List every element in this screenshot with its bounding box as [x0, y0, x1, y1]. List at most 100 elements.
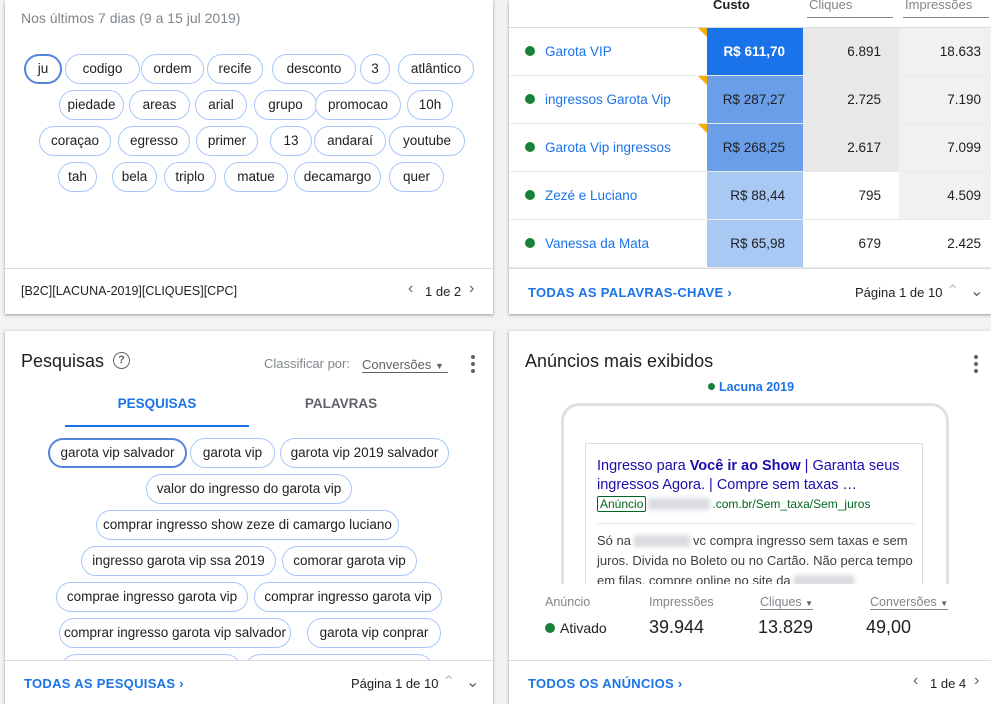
word-chip[interactable]: promocao [315, 90, 401, 120]
keyword-link[interactable]: ingressos Garota Vip [545, 76, 671, 123]
word-chip[interactable]: bela [112, 162, 157, 192]
chevron-up-icon[interactable]: ⌃ [946, 281, 959, 301]
word-chip[interactable]: 13 [270, 126, 312, 156]
word-chip[interactable]: decamargo [294, 162, 381, 192]
searches-footer: TODAS AS PESQUISAS › Página 1 de 10 ⌃ ⌄ [5, 660, 493, 704]
stat-header-ad: Anúncio [545, 595, 591, 609]
word-chip[interactable]: ju [24, 54, 62, 84]
clicks-cell: 2.725 [803, 76, 899, 123]
word-chip[interactable]: recife [207, 54, 263, 84]
word-chip[interactable]: desconto [272, 54, 356, 84]
impressions-cell: 7.099 [899, 124, 991, 171]
chevron-right-icon[interactable]: › [974, 672, 979, 690]
chevron-right-icon[interactable]: › [469, 280, 474, 298]
search-chip[interactable]: valor do ingresso do garota vip [146, 474, 352, 504]
word-cloud-card: Nos últimos 7 dias (9 a 15 jul 2019) ju c… [5, 0, 493, 314]
search-chip[interactable]: garota vip conprar [307, 618, 441, 648]
cost-cell: R$ 268,25 [707, 124, 803, 171]
keywords-footer: TODAS AS PALAVRAS-CHAVE › Página 1 de 10… [509, 268, 991, 314]
header-cost[interactable]: Custo [713, 0, 750, 12]
word-chip[interactable]: grupo [254, 90, 317, 120]
table-row: Vanessa da Mata R$ 65,98 679 2.425 [509, 220, 991, 268]
word-chip[interactable]: quer [389, 162, 444, 192]
search-chip[interactable]: ingresso garota vip ssa 2019 [81, 546, 276, 576]
impressions-cell: 7.190 [899, 76, 991, 123]
keyword-link[interactable]: Zezé e Luciano [545, 172, 637, 219]
header-impressions[interactable]: Impressões [905, 0, 972, 12]
keyword-link[interactable]: Vanessa da Mata [545, 220, 649, 267]
sort-select[interactable]: Conversões ▼ [362, 357, 448, 373]
status-dot-icon [545, 623, 555, 633]
search-chip[interactable]: comprar ingresso garota vip [254, 582, 442, 612]
ad-headline[interactable]: Ingresso para Você ir ao Show | Garanta … [597, 457, 917, 495]
clicks-cell: 679 [803, 220, 899, 267]
table-row: Zezé e Luciano R$ 88,44 795 4.509 [509, 172, 991, 220]
word-chip[interactable]: 3 [360, 54, 390, 84]
pager-text: 1 de 4 [930, 676, 967, 691]
header-clicks[interactable]: Cliques [809, 0, 852, 12]
table-row: Garota VIP R$ 611,70 6.891 18.633 [509, 28, 991, 76]
blurred-domain [648, 498, 711, 510]
dropdown-arrow-icon: ▼ [940, 599, 949, 608]
stat-header-impressions: Impressões [649, 595, 714, 609]
ad-url: .com.br/Sem_taxa/Sem_juros [712, 497, 871, 511]
all-ads-link[interactable]: TODOS OS ANÚNCIOS › [528, 676, 683, 691]
more-vert-icon[interactable] [471, 355, 475, 376]
chevron-left-icon[interactable]: ‹ [408, 280, 413, 298]
search-chip[interactable]: comprae ingresso garota vip [56, 582, 248, 612]
cost-cell: R$ 611,70 [707, 28, 803, 75]
word-chip[interactable]: egresso [118, 126, 190, 156]
chevron-left-icon[interactable]: ‹ [913, 672, 918, 690]
keyword-link[interactable]: Garota Vip ingressos [545, 124, 671, 171]
word-chip[interactable]: matue [224, 162, 288, 192]
dropdown-arrow-icon: ▼ [435, 361, 444, 371]
clicks-cell: 795 [803, 172, 899, 219]
status-dot-icon [525, 238, 535, 248]
search-chip[interactable]: garota vip salvador [48, 438, 187, 468]
search-chip[interactable]: comprar ingresso garota vip salvador [59, 618, 291, 648]
chevron-down-icon[interactable]: ⌄ [466, 672, 479, 692]
all-keywords-link[interactable]: TODAS AS PALAVRAS-CHAVE › [528, 285, 732, 300]
tab-keywords[interactable]: PALAVRAS [249, 396, 433, 411]
status-dot-icon [525, 46, 535, 56]
keyword-link[interactable]: Garota VIP [545, 28, 612, 75]
word-chip[interactable]: triplo [164, 162, 216, 192]
word-chip[interactable]: piedade [59, 90, 124, 120]
dropdown-arrow-icon: ▼ [805, 599, 814, 608]
ad-status: Ativado [545, 620, 607, 636]
word-chip[interactable]: tah [58, 162, 97, 192]
all-searches-link[interactable]: TODAS AS PESQUISAS › [24, 676, 184, 691]
word-chip[interactable]: arial [195, 90, 247, 120]
chevron-down-icon[interactable]: ⌄ [970, 281, 983, 301]
word-chip[interactable]: coraçao [39, 126, 111, 156]
search-chip[interactable]: garota vip [190, 438, 275, 468]
card-title: Anúncios mais exibidos [525, 351, 714, 371]
chevron-right-icon: › [179, 676, 184, 691]
word-chip[interactable]: youtube [389, 126, 465, 156]
stat-header-conversions[interactable]: Conversões ▼ [870, 595, 949, 610]
search-chip[interactable]: comprar ingresso show zeze di camargo lu… [96, 510, 399, 540]
tab-searches[interactable]: PESQUISAS [65, 396, 249, 411]
status-dot-icon [525, 142, 535, 152]
word-chip[interactable]: 10h [407, 90, 453, 120]
chevron-up-icon[interactable]: ⌃ [442, 672, 455, 692]
word-chip[interactable]: areas [129, 90, 190, 120]
stat-header-clicks[interactable]: Cliques ▼ [760, 595, 814, 610]
stat-clicks: 13.829 [758, 617, 814, 637]
search-chip[interactable]: comorar garota vip [282, 546, 417, 576]
stat-conversions: 49,00 [866, 617, 912, 637]
help-icon[interactable]: ? [113, 352, 130, 369]
word-chip[interactable]: codigo [65, 54, 140, 84]
campaign-tag[interactable]: Lacuna 2019 [708, 380, 794, 394]
word-chip[interactable]: primer [196, 126, 258, 156]
ads-footer: TODOS OS ANÚNCIOS › ‹ 1 de 4 › [509, 660, 991, 704]
word-chip[interactable]: ordem [141, 54, 204, 84]
status-dot-icon [708, 383, 715, 390]
word-chip[interactable]: andaraí [314, 126, 386, 156]
table-row: Garota Vip ingressos R$ 268,25 2.617 7.099 [509, 124, 991, 172]
more-vert-icon[interactable] [974, 355, 978, 376]
word-chip[interactable]: atlântico [398, 54, 474, 84]
search-chip[interactable]: garota vip 2019 salvador [280, 438, 449, 468]
sort-label: Classificar por: [264, 356, 350, 371]
table-row: ingressos Garota Vip R$ 287,27 2.725 7.190 [509, 76, 991, 124]
